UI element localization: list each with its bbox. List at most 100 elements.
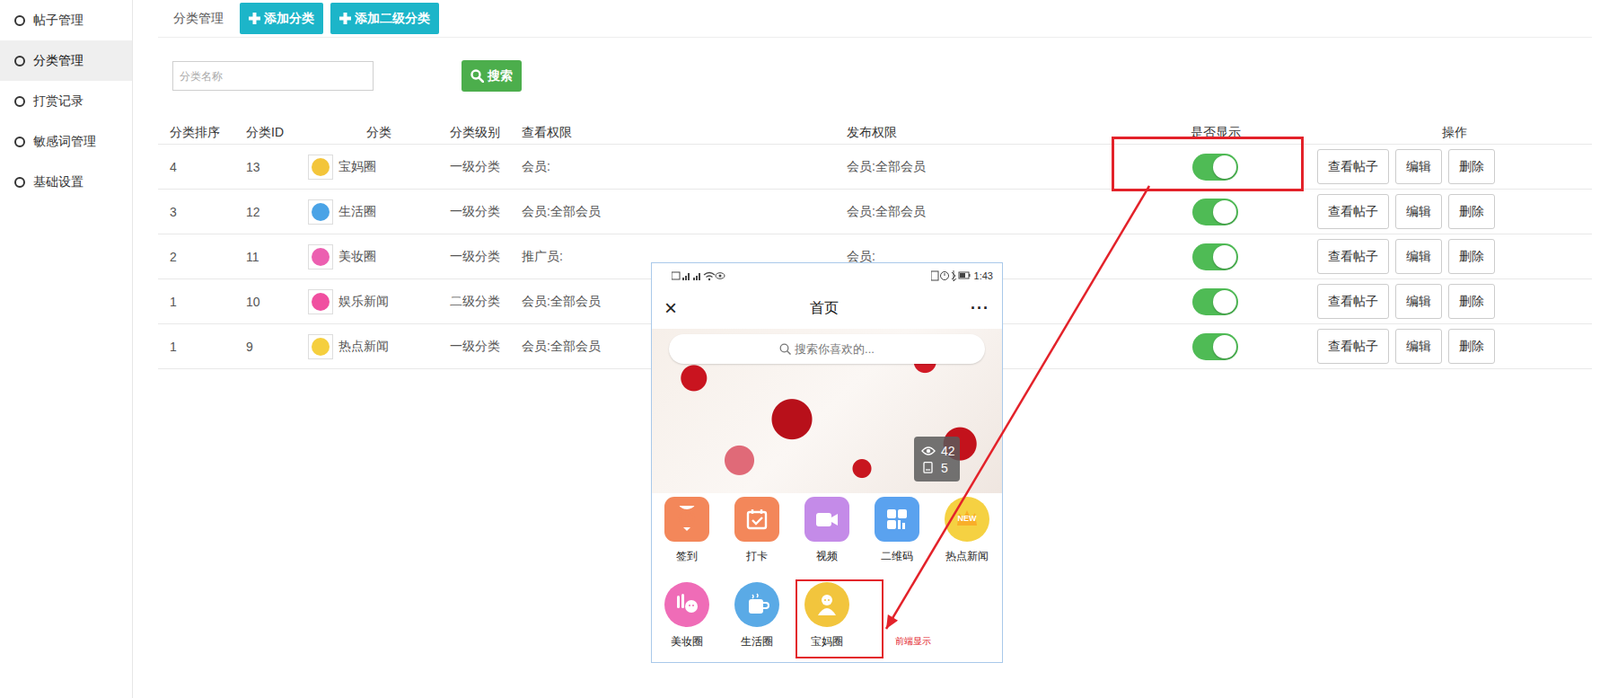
- search-input[interactable]: [172, 61, 374, 91]
- more-button[interactable]: ···: [970, 298, 990, 318]
- edit-button[interactable]: 编辑: [1395, 238, 1442, 274]
- table-row: 312生活圈一级分类会员:全部会员会员:全部会员查看帖子编辑删除: [158, 189, 1592, 235]
- level-cell: 一级分类: [449, 248, 522, 265]
- new-badge: NEW: [944, 513, 990, 523]
- sidebar-item[interactable]: 帖子管理: [0, 0, 132, 41]
- delete-button[interactable]: 删除: [1448, 328, 1495, 364]
- search-button[interactable]: 搜索: [461, 60, 522, 92]
- close-button[interactable]: ×: [664, 297, 677, 319]
- video-camera-icon: [813, 505, 841, 533]
- grid-label: 生活圈: [740, 633, 774, 650]
- toggle-knob: [1213, 290, 1237, 314]
- add-category-button[interactable]: 添加分类: [239, 2, 324, 35]
- column-header: 操作: [1317, 124, 1592, 141]
- view-posts-button[interactable]: 查看帖子: [1317, 149, 1390, 185]
- visibility-toggle[interactable]: [1192, 153, 1239, 181]
- page-title: 分类管理: [173, 10, 224, 27]
- sidebar: 帖子管理分类管理打赏记录敏感词管理基础设置: [0, 0, 133, 698]
- table-row: 413宝妈圈一级分类会员:会员:全部会员查看帖子编辑删除: [158, 144, 1592, 190]
- grid-item[interactable]: 视频: [791, 492, 862, 579]
- grid-icon-tile: [734, 581, 780, 627]
- grid-icon-tile: [804, 496, 850, 542]
- id-cell: 13: [246, 159, 308, 175]
- category-cell: 热点新闻: [307, 334, 450, 360]
- delete-button[interactable]: 删除: [1448, 238, 1495, 274]
- level-cell: 二级分类: [449, 293, 522, 310]
- view-posts-button[interactable]: 查看帖子: [1317, 283, 1390, 319]
- phone-search[interactable]: 搜索你喜欢的...: [668, 334, 985, 364]
- phone-title-bar: × 首页 ···: [651, 287, 1003, 329]
- visibility-toggle[interactable]: [1192, 288, 1239, 316]
- grid-item[interactable]: NEW热点新闻: [931, 492, 1003, 579]
- edit-button[interactable]: 编辑: [1395, 193, 1442, 229]
- eye-icon: [921, 445, 936, 457]
- edit-button[interactable]: 编辑: [1395, 283, 1442, 319]
- category-icon: [307, 289, 334, 315]
- sidebar-item[interactable]: 分类管理: [0, 40, 132, 81]
- grid-item[interactable]: 生活圈: [721, 578, 792, 663]
- actions-cell: 查看帖子编辑删除: [1317, 283, 1592, 319]
- system-icons-icon: [931, 270, 971, 282]
- grid-icon-tile: NEW: [944, 496, 990, 542]
- toggle-knob: [1213, 200, 1237, 224]
- sort-cell: 3: [158, 204, 247, 220]
- sign-in-icon: [673, 505, 701, 533]
- add-subcategory-button[interactable]: 添加二级分类: [330, 2, 440, 35]
- column-header: 发布权限: [846, 124, 1114, 141]
- view-posts-button[interactable]: 查看帖子: [1317, 328, 1390, 364]
- grid-item[interactable]: 二维码: [861, 492, 932, 579]
- circle-icon: [14, 15, 26, 27]
- sidebar-label: 敏感词管理: [33, 133, 97, 150]
- makeup-icon: [673, 590, 701, 618]
- posts-count: 5: [940, 460, 949, 475]
- grid-label: 打卡: [746, 548, 768, 564]
- visibility-toggle[interactable]: [1192, 198, 1239, 226]
- circle-icon: [14, 96, 26, 107]
- view-posts-button[interactable]: 查看帖子: [1317, 238, 1390, 274]
- phone-title: 首页: [809, 298, 839, 318]
- category-dot: [311, 202, 330, 221]
- tiles-icon: [883, 505, 911, 533]
- document-icon: [921, 461, 936, 474]
- category-dot: [311, 247, 330, 266]
- grid-item[interactable]: 签到: [651, 492, 722, 579]
- grid-item[interactable]: 打卡: [721, 492, 792, 579]
- calendar-check-icon: [743, 505, 771, 533]
- edit-button[interactable]: 编辑: [1395, 328, 1442, 364]
- delete-button[interactable]: 删除: [1448, 149, 1495, 185]
- visibility-cell: [1113, 198, 1318, 226]
- grid-item[interactable]: 美妆圈: [651, 578, 722, 663]
- category-cell: 美妆圈: [307, 244, 450, 270]
- visibility-toggle[interactable]: [1192, 243, 1239, 271]
- delete-button[interactable]: 删除: [1448, 283, 1495, 319]
- actions-cell: 查看帖子编辑删除: [1317, 238, 1592, 274]
- edit-button[interactable]: 编辑: [1395, 149, 1442, 185]
- id-cell: 12: [246, 204, 308, 220]
- view-posts-button[interactable]: 查看帖子: [1317, 193, 1390, 229]
- category-name: 宝妈圈: [338, 158, 377, 176]
- sidebar-item[interactable]: 基础设置: [0, 161, 132, 203]
- category-name: 生活圈: [338, 203, 377, 220]
- visibility-cell: [1113, 333, 1318, 361]
- visibility-cell: [1113, 243, 1318, 271]
- visibility-cell: [1113, 153, 1318, 181]
- toolbar: 分类管理添加分类添加二级分类: [158, 0, 1592, 38]
- category-name: 娱乐新闻: [338, 293, 389, 310]
- circle-icon: [14, 136, 26, 148]
- category-dot: [311, 158, 330, 176]
- delete-button[interactable]: 删除: [1448, 193, 1495, 229]
- grid-item[interactable]: 宝妈圈: [791, 578, 862, 663]
- sidebar-item[interactable]: 打赏记录: [0, 80, 132, 122]
- category-cell: 生活圈: [307, 199, 450, 225]
- plus-icon: [248, 12, 261, 25]
- id-cell: 10: [246, 294, 308, 309]
- visibility-toggle[interactable]: [1192, 333, 1239, 361]
- toggle-knob: [1213, 334, 1237, 359]
- grid-label: 签到: [676, 548, 698, 564]
- table-header: 分类排序分类ID分类分类级别查看权限发布权限是否显示操作: [158, 121, 1592, 145]
- grid-icon-tile: [664, 581, 710, 627]
- circle-icon: [14, 176, 26, 188]
- level-cell: 一级分类: [449, 203, 522, 220]
- sidebar-item[interactable]: 敏感词管理: [0, 121, 132, 162]
- grid-icon-tile: [874, 496, 920, 542]
